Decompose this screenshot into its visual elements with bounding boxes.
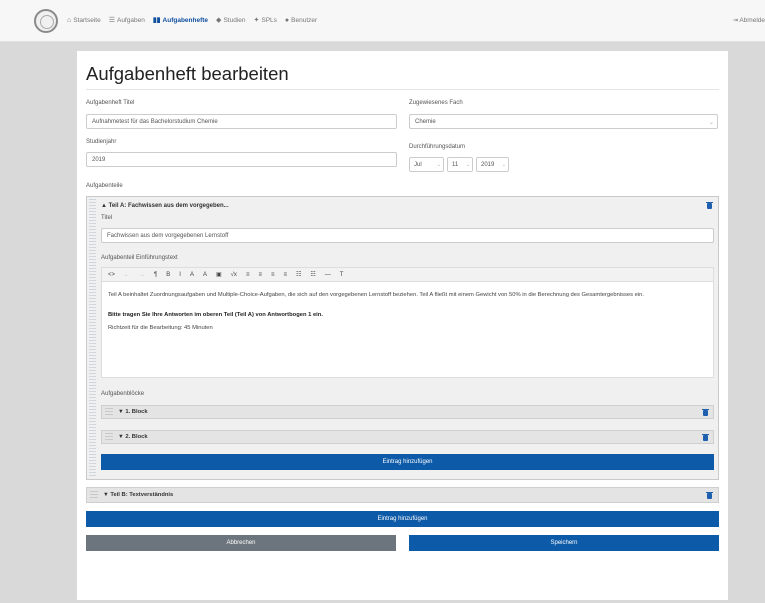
- code-view-icon[interactable]: <>: [108, 272, 115, 278]
- rich-text-editor[interactable]: <> ← → ¶ B I A A ▣ √x ≡ ≡ ≡ ≡ ☷ ☷ — T Te…: [101, 267, 714, 378]
- logout-label: Abmelde: [739, 17, 765, 24]
- subscript-icon[interactable]: A: [203, 272, 207, 278]
- editor-toolbar: <> ← → ¶ B I A A ▣ √x ≡ ≡ ≡ ≡ ☷ ☷ — T: [102, 268, 713, 282]
- jahr-input[interactable]: 2019: [86, 152, 397, 167]
- chevron-down-icon: ⌄: [436, 161, 441, 168]
- bold-icon[interactable]: B: [166, 272, 170, 278]
- aufgabenbloecke-label: Aufgabenblöcke: [101, 391, 145, 397]
- teil-b-header[interactable]: ▼ Teil B: Textverständnis: [103, 492, 173, 498]
- fach-select[interactable]: Chemie ⌄: [409, 114, 718, 129]
- undo-icon[interactable]: ←: [124, 272, 130, 278]
- cancel-button[interactable]: Abbrechen: [86, 535, 396, 551]
- block-2-title[interactable]: ▼ 2. Block: [118, 434, 148, 440]
- home-icon: ⌂: [67, 16, 72, 24]
- horizontal-rule-icon[interactable]: —: [325, 272, 331, 278]
- editor-strong-paragraph: Bitte tragen Sie Ihre Antworten im obere…: [108, 312, 323, 319]
- add-block-button[interactable]: Eintrag hinzufügen: [101, 454, 714, 470]
- block-2[interactable]: ▼ 2. Block: [101, 430, 714, 444]
- fach-select-value: Chemie: [415, 118, 436, 125]
- nav-item-aufgabenhefte[interactable]: ▮▮ Aufgabenhefte: [152, 16, 209, 25]
- teil-b-section[interactable]: ▼ Teil B: Textverständnis: [86, 487, 719, 503]
- teil-titel-label: Titel: [101, 215, 113, 221]
- list-icon: ☰: [108, 17, 115, 24]
- einfuehrungstext-label: Aufgabenteil Einführungstext: [101, 255, 178, 261]
- datum-year-value: 2019: [481, 161, 495, 168]
- nav-item-label: Studien: [223, 16, 246, 24]
- align-center-icon[interactable]: ≡: [258, 272, 262, 278]
- editor-paragraph: Richtzeit für die Bearbeitung: 45 Minute…: [108, 324, 213, 331]
- redo-icon[interactable]: →: [139, 272, 145, 278]
- titel-label: Aufgabenheft Titel: [86, 100, 135, 106]
- teil-a-header[interactable]: ▲ Teil A: Fachwissen aus dem vorgegeben.…: [101, 203, 229, 209]
- logout-link[interactable]: ⇥ Abmelde: [732, 16, 765, 24]
- drag-handle[interactable]: [89, 199, 96, 477]
- datum-day-value: 11: [452, 161, 459, 168]
- university-logo[interactable]: [34, 9, 58, 33]
- aufgabenteile-label: Aufgabenteile: [86, 183, 123, 189]
- teil-a-section: ▲ Teil A: Fachwissen aus dem vorgegeben.…: [86, 196, 719, 480]
- datum-year-select[interactable]: 2019 ⌄: [476, 157, 509, 172]
- drag-handle[interactable]: [105, 433, 113, 441]
- chevron-down-icon: ⌄: [708, 119, 714, 126]
- nav-item-benutzer[interactable]: ● Benutzer: [285, 16, 317, 24]
- superscript-icon[interactable]: A: [190, 272, 194, 278]
- formula-icon[interactable]: √x: [231, 272, 237, 278]
- nav-item-label: Benutzer: [291, 16, 318, 24]
- editor-paragraph: Teil A beinhaltet Zuordnungsaufgaben und…: [108, 292, 645, 298]
- nav-item-aufgaben[interactable]: ☰ Aufgaben: [108, 16, 145, 25]
- unordered-list-icon[interactable]: ☷: [296, 271, 301, 278]
- image-icon[interactable]: ▣: [216, 271, 222, 278]
- nav-item-studien[interactable]: ◆ Studien: [216, 16, 246, 25]
- nav-item-spls[interactable]: ✦ SPLs: [253, 16, 277, 25]
- title-divider: [86, 89, 719, 90]
- titel-input[interactable]: Aufnahmetest für das Bachelorstudium Che…: [86, 114, 397, 129]
- drag-handle[interactable]: [90, 491, 98, 500]
- fach-label: Zugewiesenes Fach: [409, 100, 463, 106]
- chevron-down-icon: ⌄: [501, 161, 506, 168]
- edit-card: Aufgabenheft bearbeiten Aufgabenheft Tit…: [77, 51, 728, 600]
- ordered-list-icon[interactable]: ☷: [310, 271, 315, 278]
- nav-item-label: Aufgaben: [116, 16, 145, 24]
- nav-item-label: Aufgabenhefte: [162, 16, 209, 24]
- user-icon: ●: [284, 16, 290, 24]
- align-justify-icon[interactable]: ≡: [283, 272, 287, 278]
- main-nav: ⌂ Startseite ☰ Aufgaben ▮▮ Aufgabenhefte…: [67, 16, 317, 25]
- teil-titel-input[interactable]: Fachwissen aus dem vorgegebenen Lernstof…: [101, 228, 714, 243]
- block-1[interactable]: ▼ 1. Block: [101, 405, 714, 419]
- datum-label: Durchführungsdatum: [409, 144, 466, 150]
- save-button[interactable]: Speichern: [409, 535, 719, 551]
- align-right-icon[interactable]: ≡: [271, 272, 275, 278]
- paragraph-icon[interactable]: ¶: [154, 272, 157, 278]
- italic-icon[interactable]: I: [179, 272, 181, 278]
- drag-handle[interactable]: [105, 408, 113, 416]
- add-part-button[interactable]: Eintrag hinzufügen: [86, 511, 719, 527]
- nav-item-startseite[interactable]: ⌂ Startseite: [67, 16, 101, 24]
- top-navbar: ⌂ Startseite ☰ Aufgaben ▮▮ Aufgabenhefte…: [0, 0, 765, 42]
- nav-item-label: SPLs: [261, 16, 277, 24]
- chevron-down-icon: ⌄: [465, 161, 470, 168]
- jahr-label: Studienjahr: [86, 139, 117, 145]
- trash-icon[interactable]: [706, 201, 713, 209]
- editor-body[interactable]: Teil A beinhaltet Zuordnungsaufgaben und…: [108, 291, 707, 336]
- nav-item-label: Startseite: [73, 16, 101, 24]
- page-title: Aufgabenheft bearbeiten: [86, 63, 289, 84]
- datum-month-value: Jul: [414, 161, 422, 168]
- datum-month-select[interactable]: Jul ⌄: [409, 157, 444, 172]
- graduation-cap-icon: ◆: [216, 17, 222, 24]
- book-icon: ▮▮: [152, 17, 161, 24]
- trash-icon[interactable]: [702, 433, 709, 441]
- align-left-icon[interactable]: ≡: [246, 272, 250, 278]
- users-icon: ✦: [253, 17, 260, 24]
- clear-format-icon[interactable]: T: [340, 272, 344, 278]
- block-1-title[interactable]: ▼ 1. Block: [118, 409, 148, 415]
- logout-icon: ⇥: [732, 17, 738, 24]
- datum-day-select[interactable]: 11 ⌄: [447, 157, 473, 172]
- trash-icon[interactable]: [702, 408, 709, 416]
- trash-icon[interactable]: [706, 491, 713, 499]
